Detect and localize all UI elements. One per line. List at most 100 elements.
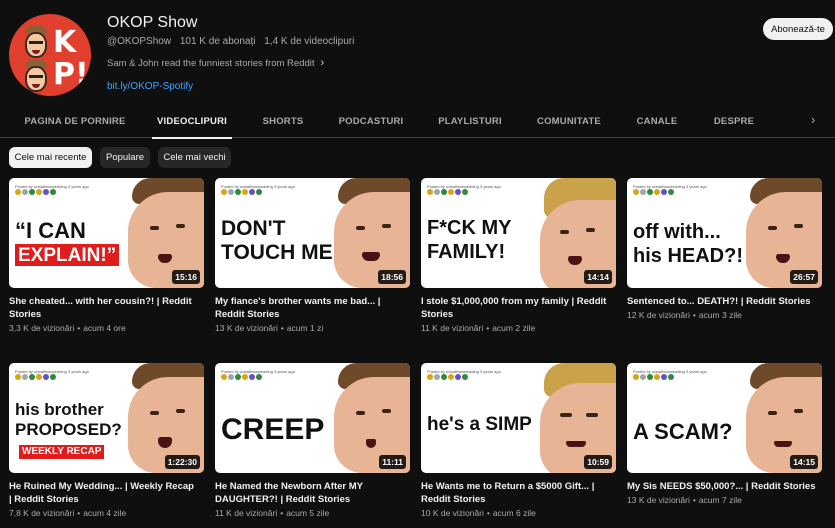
video-duration: 26:57 — [790, 270, 818, 284]
channel-avatar[interactable]: K P ! — [9, 14, 91, 96]
view-count: 10 K de vizionări — [421, 508, 484, 518]
view-count: 11 K de vizionări — [215, 508, 278, 518]
upload-age: acum 6 zile — [492, 508, 536, 518]
thumb-text: he's a SIMP — [427, 414, 532, 435]
video-thumbnail[interactable]: Posted by u/atallhowwedding 3 years ago … — [421, 178, 616, 288]
video-card[interactable]: Posted by u/atallhowwedding 3 years ago … — [421, 363, 616, 518]
view-count: 3,3 K de vizionări — [9, 323, 75, 333]
channel-title: OKOP Show — [107, 14, 198, 31]
upload-age: acum 2 zile — [492, 323, 536, 333]
video-meta: 11 K de vizionări • acum 5 zile — [215, 508, 330, 518]
channel-header: K P ! OKOP Show @OKOPShow 101 K de abona… — [0, 0, 835, 104]
award-icons — [221, 374, 262, 380]
chevron-right-icon[interactable]: › — [811, 112, 815, 127]
chevron-right-icon: › — [320, 57, 325, 69]
view-count: 13 K de vizionări — [627, 495, 690, 505]
award-icons — [427, 374, 468, 380]
award-icons — [633, 189, 674, 195]
view-count: 7,8 K de vizionări — [9, 508, 75, 518]
video-card[interactable]: Posted by u/atallhowwedding 3 years ago … — [215, 363, 410, 518]
channel-description[interactable]: Sam & John read the funniest stories fro… — [107, 57, 324, 69]
video-card[interactable]: Posted by u/atallhowwedding 3 years ago … — [9, 178, 204, 333]
thumb-text: his HEAD?! — [633, 245, 743, 267]
upload-age: acum 3 zile — [698, 310, 742, 320]
channel-handle: @OKOPShow — [107, 36, 172, 47]
video-title[interactable]: She cheated... with her cousin?! | Reddi… — [9, 295, 199, 321]
video-meta: 11 K de vizionări • acum 2 zile — [421, 323, 536, 333]
video-card[interactable]: Posted by u/atallhowwedding 3 years ago … — [215, 178, 410, 333]
avatar-face-top — [25, 32, 47, 58]
video-meta: 3,3 K de vizionări • acum 4 ore — [9, 323, 126, 333]
upload-age: acum 7 zile — [698, 495, 742, 505]
filter-oldest[interactable]: Cele mai vechi — [158, 147, 231, 168]
avatar-letter: P — [53, 57, 75, 92]
view-count: 12 K de vizionări — [627, 310, 690, 320]
video-meta: 13 K de vizionări • acum 1 zi — [215, 323, 324, 333]
avatar-face-bottom — [25, 66, 47, 92]
video-duration: 1:22:30 — [164, 455, 200, 469]
video-title[interactable]: My fiance's brother wants me bad... | Re… — [215, 295, 405, 321]
award-icons — [427, 189, 468, 195]
thumb-red-banner: EXPLAIN!” — [15, 244, 120, 266]
view-count: 11 K de vizionări — [421, 323, 484, 333]
filter-latest[interactable]: Cele mai recente — [9, 147, 92, 168]
video-thumbnail[interactable]: Posted by u/atallhowwedding 3 years ago … — [421, 363, 616, 473]
thumb-text: CREEP — [221, 413, 325, 446]
description-text: Sam & John read the funniest stories fro… — [107, 58, 315, 69]
video-title[interactable]: He Named the Newborn After MY DAUGHTER?!… — [215, 480, 405, 506]
video-card[interactable]: Posted by u/atallhowwedding 3 years ago … — [627, 178, 822, 320]
award-icons — [15, 374, 56, 380]
filter-popular[interactable]: Populare — [100, 147, 150, 168]
tab-about[interactable]: DESPRE — [708, 104, 760, 138]
video-meta: 13 K de vizionări • acum 7 zile — [627, 495, 742, 505]
video-thumbnail[interactable]: Posted by u/atallhowwedding 3 years ago … — [215, 178, 410, 288]
tab-home[interactable]: PAGINA DE PORNIRE — [22, 104, 128, 138]
view-count: 13 K de vizionări — [215, 323, 278, 333]
video-title[interactable]: He Ruined My Wedding... | Weekly Recap |… — [9, 480, 199, 506]
video-meta: 7,8 K de vizionări • acum 4 zile — [9, 508, 127, 518]
video-title[interactable]: He Wants me to Return a $5000 Gift... | … — [421, 480, 611, 506]
video-thumbnail[interactable]: Posted by u/atallhowwedding 3 years ago … — [627, 178, 822, 288]
thumb-text: his brother — [15, 400, 104, 419]
tab-videos[interactable]: VIDEOCLIPURI — [152, 104, 232, 139]
video-duration: 10:59 — [584, 455, 612, 469]
thumb-text: “I CAN — [15, 218, 86, 243]
upload-age: acum 4 ore — [83, 323, 126, 333]
video-title[interactable]: I stole $1,000,000 from my family | Redd… — [421, 295, 611, 321]
video-title[interactable]: My Sis NEEDS $50,000?... | Reddit Storie… — [627, 480, 817, 493]
tab-channels[interactable]: CANALE — [632, 104, 682, 138]
thumb-text: DON'T — [221, 217, 286, 240]
award-icons — [15, 189, 56, 195]
video-thumbnail[interactable]: Posted by u/atallhowwedding 3 years ago … — [9, 178, 204, 288]
tab-community[interactable]: COMUNITATE — [530, 104, 608, 138]
subscribe-button[interactable]: Abonează-te — [763, 18, 833, 40]
video-duration: 14:14 — [584, 270, 612, 284]
upload-age: acum 4 zile — [83, 508, 127, 518]
tab-podcasts[interactable]: PODCASTURI — [333, 104, 409, 138]
video-duration: 14:15 — [790, 455, 818, 469]
video-duration: 15:16 — [172, 270, 200, 284]
video-meta: 12 K de vizionări • acum 3 zile — [627, 310, 742, 320]
channel-tabs: PAGINA DE PORNIRE VIDEOCLIPURI SHORTS PO… — [0, 104, 835, 139]
video-card[interactable]: Posted by u/atallhowwedding 3 years ago … — [421, 178, 616, 333]
thumb-text: A SCAM? — [633, 419, 733, 444]
channel-link[interactable]: bit.ly/OKOP-Spotify — [107, 81, 193, 92]
award-icons — [633, 374, 674, 380]
video-card[interactable]: Posted by u/atallhowwedding 3 years ago … — [9, 363, 204, 518]
tab-playlists[interactable]: PLAYLISTURI — [432, 104, 508, 138]
upload-age: acum 5 zile — [286, 508, 330, 518]
thumb-text: PROPOSED? — [15, 420, 122, 439]
upload-age: acum 1 zi — [286, 323, 324, 333]
video-meta: 10 K de vizionări • acum 6 zile — [421, 508, 536, 518]
video-title[interactable]: Sentenced to... DEATH?! | Reddit Stories — [627, 295, 817, 308]
video-thumbnail[interactable]: Posted by u/atallhowwedding 3 years ago … — [9, 363, 204, 473]
video-thumbnail[interactable]: Posted by u/atallhowwedding 3 years ago … — [627, 363, 822, 473]
video-thumbnail[interactable]: Posted by u/atallhowwedding 3 years ago … — [215, 363, 410, 473]
video-duration: 11:11 — [379, 455, 406, 469]
video-count: 1,4 K de videoclipuri — [264, 36, 355, 47]
channel-meta: @OKOPShow 101 K de abonați 1,4 K de vide… — [107, 36, 360, 47]
tab-shorts[interactable]: SHORTS — [255, 104, 311, 138]
video-card[interactable]: Posted by u/atallhowwedding 3 years ago … — [627, 363, 822, 505]
avatar-letter: K — [53, 25, 77, 60]
subscriber-count: 101 K de abonați — [179, 36, 256, 47]
